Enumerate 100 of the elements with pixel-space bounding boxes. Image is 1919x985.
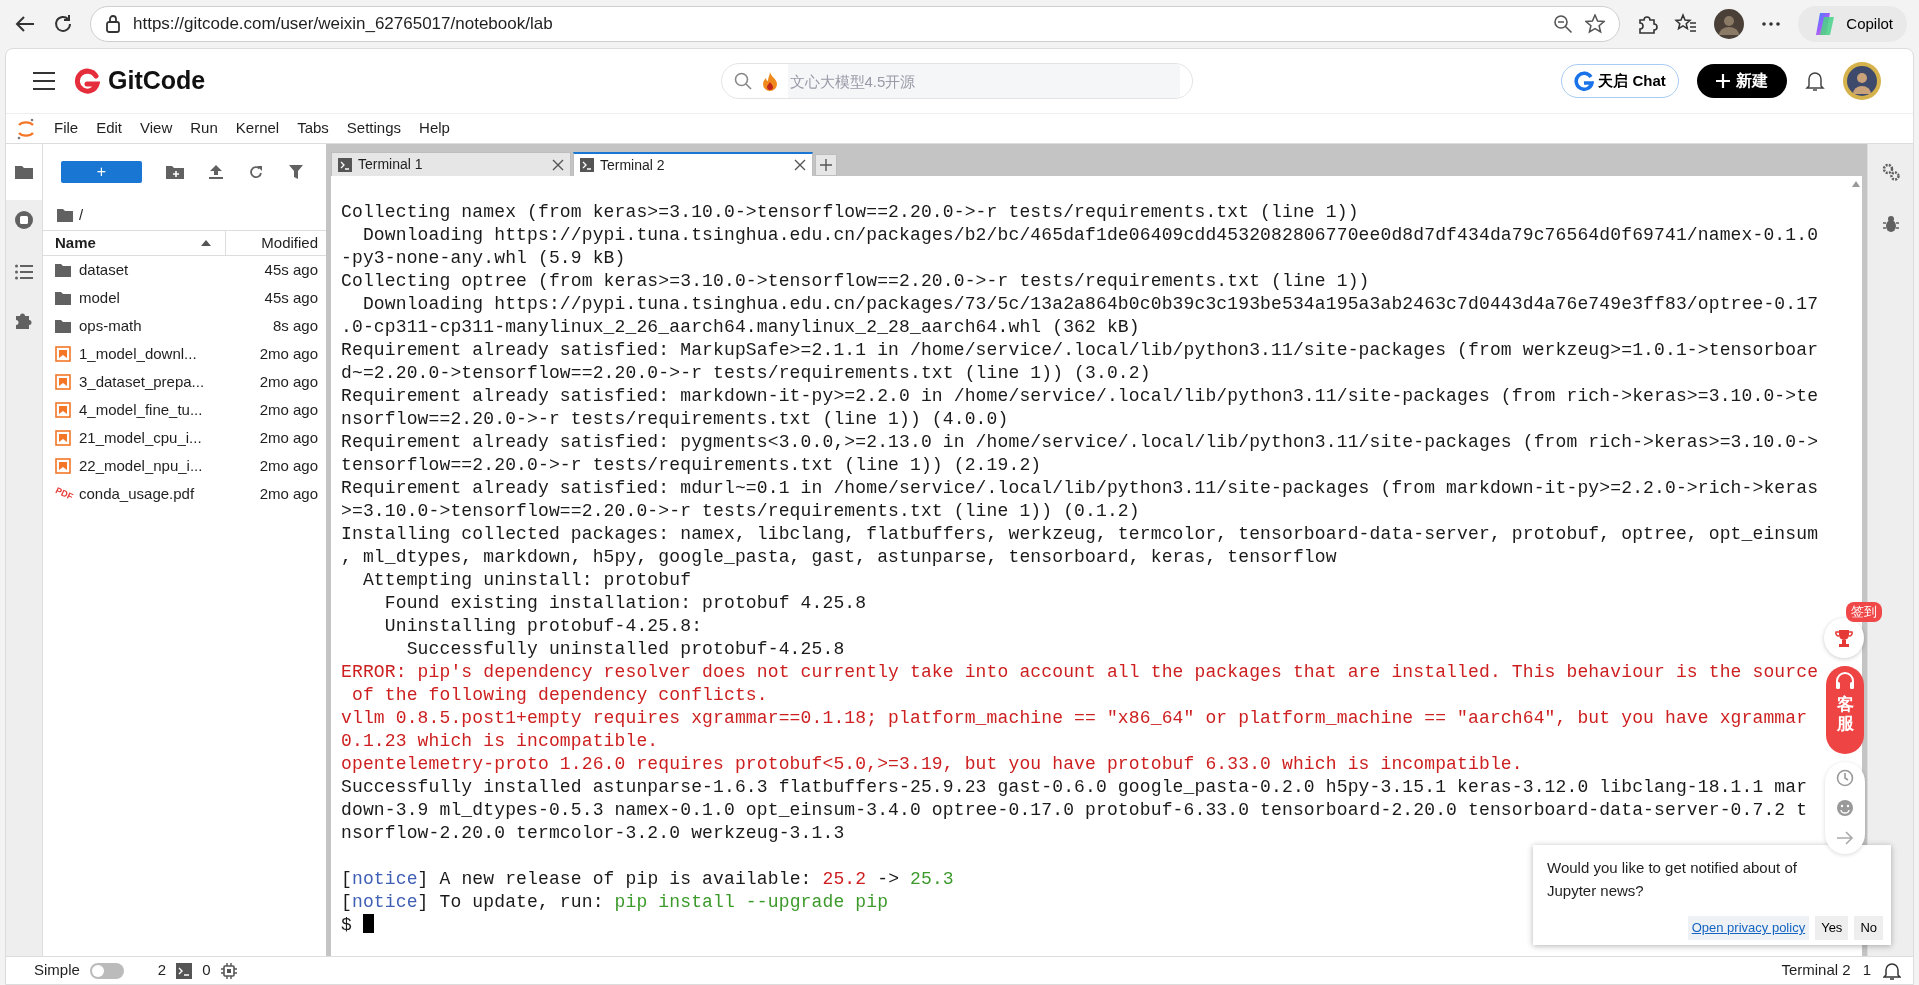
terminal-line: [notice] To update, run: pip install --upgrade pip (341, 891, 889, 914)
checkin-badge[interactable]: 签到 (1846, 602, 1882, 622)
search-field[interactable]: 文心大模型4.5开源 (720, 63, 1193, 99)
jupyter-logo-icon[interactable] (16, 117, 36, 140)
brand-logo-icon[interactable] (74, 68, 100, 94)
notification-button[interactable]: No (1854, 916, 1883, 940)
terminal-tab[interactable]: Terminal 2 (573, 152, 813, 176)
file-name[interactable]: 1_model_downl... (79, 342, 252, 366)
upload-icon[interactable] (208, 164, 224, 180)
chat-button[interactable]: 天启 Chat (1561, 64, 1679, 98)
new-folder-icon[interactable] (166, 164, 184, 180)
privacy-link[interactable]: Open privacy policy (1687, 916, 1810, 940)
service-button[interactable]: 客服 (1826, 666, 1864, 754)
fire-icon (761, 71, 778, 91)
notification-button[interactable]: Yes (1815, 916, 1849, 940)
notebook-icon (55, 458, 71, 474)
terminal-line: Attempting uninstall: protobuf (361, 569, 692, 592)
address-bar[interactable]: https://gitcode.com/user/weixin_62765017/notebook/lab (90, 6, 1621, 42)
terminal-line: ERROR: pip's dependency resolver does not currently take into account all the packages that are installed. This behaviour is the source (341, 661, 1819, 684)
terminal-line: Downloading https://pypi.tuna.tsinghua.edu.cn/packages/73/5c/13a2a864b0c0b39c3c193be534a195a3ab2463c7d0443d4a76e749e3ff83/optree-0.17 (361, 293, 1819, 316)
menu-item[interactable]: Run (190, 117, 218, 140)
brand-name[interactable]: GitCode (108, 62, 206, 100)
file-name[interactable]: model (79, 286, 257, 310)
menu-item[interactable]: Settings (346, 117, 402, 140)
terminal-icon[interactable] (176, 962, 193, 979)
file-name[interactable]: 4_model_fine_tu... (79, 398, 252, 422)
file-name[interactable]: ops-math (79, 314, 265, 338)
terminal-line: tensorflow==2.20.0->-r tests/requirements.txt (line 1)) (2.19.2) (341, 454, 1042, 477)
file-name[interactable]: 21_model_cpu_i... (79, 426, 252, 450)
modified-time: 2mo ago (259, 371, 318, 392)
smiley-icon[interactable] (1835, 798, 1855, 818)
terminal-line: vllm 0.8.5.post1+empty requires xgrammar==0.1.18; platform_machine == "x86_64" or platform_machine == "aarch64", but you have xgrammar (341, 707, 1808, 730)
refresh-icon[interactable] (248, 164, 264, 180)
kernel-count[interactable]: 0 (202, 959, 211, 982)
terminal-line: Uninstalling protobuf-4.25.8: (383, 615, 703, 638)
refresh-icon[interactable] (52, 13, 74, 35)
terminal-line: d~=2.20.0->tensorflow==2.20.0->-r tests/requirements.txt (line 1)) (3.0.2) (341, 362, 1151, 385)
notebook-icon (55, 346, 71, 362)
copilot-button[interactable]: Copilot (1798, 6, 1907, 42)
puzzle-icon[interactable] (1636, 13, 1659, 35)
url-text: https://gitcode.com/user/weixin_62765017/notebook/lab (133, 13, 554, 36)
modified-time: 2mo ago (259, 343, 318, 364)
favorites-icon[interactable] (1674, 13, 1699, 35)
terminal-line: Requirement already satisfied: MarkupSafe>=2.1.1 in /home/service/.local/lib/python3.11/site-packages (from werkzeug>=1.0.1->tensorboar (341, 339, 1819, 362)
menu-item[interactable]: Tabs (297, 117, 329, 140)
terminal-line: 0.1.23 which is incompatible. (341, 730, 659, 753)
terminal-tab[interactable]: Terminal 1 (331, 152, 571, 176)
modified-time: 45s ago (264, 287, 318, 308)
column-header[interactable]: Modified (226, 231, 326, 255)
new-launcher-button[interactable]: + (61, 161, 142, 183)
file-name[interactable]: dataset (79, 258, 257, 282)
file-name[interactable]: conda_usage.pdf (79, 482, 252, 506)
terminal-icon (580, 158, 594, 172)
list-icon[interactable] (14, 262, 34, 282)
stop-icon[interactable] (14, 210, 34, 230)
lock-icon (105, 15, 121, 33)
modified-time: 2mo ago (259, 399, 318, 420)
headset-icon (1834, 672, 1856, 692)
terminal-line: Requirement already satisfied: mdurl~=0.1 in /home/service/.local/lib/python3.11/site-packages (from markdown-it-py>=2.2.0->rich->keras (341, 477, 1819, 500)
user-avatar[interactable] (1843, 62, 1881, 100)
terminal-line: .0-cp311-cp311-manylinux_2_26_aarch64.manylinux_2_28_aarch64.whl (362 kB) (341, 316, 1140, 339)
close-icon[interactable] (552, 158, 564, 171)
close-icon[interactable] (794, 159, 806, 171)
history-icon[interactable] (1835, 768, 1855, 788)
bell-icon[interactable] (1805, 70, 1825, 92)
zoom-out-icon[interactable] (1553, 14, 1574, 34)
star-icon[interactable] (1585, 14, 1606, 34)
menu-item[interactable]: Edit (96, 117, 123, 140)
mode-label: Simple (34, 960, 80, 981)
notification-message: Would you like to get notified about of Jupyter news? (1547, 858, 1798, 901)
terminal-line: -py3-none-any.whl (5.9 kB) (341, 247, 626, 270)
column-header[interactable]: Name (43, 231, 226, 255)
notebook-icon (55, 430, 71, 446)
terminal-line: [notice] A new release of pip is available: 25.2 -> 25.3 (341, 868, 954, 891)
menu-item[interactable]: Kernel (235, 117, 280, 140)
gears-icon[interactable] (1880, 162, 1901, 182)
breadcrumb-link[interactable]: / (79, 203, 84, 227)
terminal-line: Installing collected packages: namex, libclang, flatbuffers, werkzeug, termcolor, tensorboard-data-server, protobuf, optree, opt_einsum (341, 523, 1819, 546)
cpu-icon[interactable] (220, 962, 237, 979)
menu-item[interactable]: Help (419, 117, 450, 140)
text-cursor (362, 914, 374, 933)
terminal-line: nsorflow==2.20.0->-r tests/requirements.txt (line 1)) (4.0.0) (341, 408, 1009, 431)
scroll-up-icon[interactable] (1852, 180, 1860, 188)
file-name[interactable]: 3_dataset_prepa... (79, 370, 252, 394)
menu-item[interactable]: File (54, 117, 79, 140)
bell-icon[interactable] (1883, 961, 1901, 980)
menu-item[interactable]: View (140, 117, 173, 140)
menu-icon[interactable] (32, 71, 56, 91)
search-icon (733, 72, 752, 90)
filter-icon[interactable] (288, 164, 304, 180)
sort-caret-icon (201, 240, 211, 246)
new-button[interactable]: 新建 (1697, 64, 1787, 98)
mode-toggle[interactable] (89, 962, 124, 979)
file-name[interactable]: 22_model_npu_i... (79, 454, 252, 478)
terminal-count[interactable]: 2 (157, 959, 167, 982)
add-tab-button[interactable] (815, 154, 837, 176)
bug-icon[interactable] (1881, 214, 1900, 234)
profile-avatar[interactable] (1714, 9, 1745, 39)
notebook-icon (55, 374, 71, 390)
terminal-icon (338, 157, 352, 172)
